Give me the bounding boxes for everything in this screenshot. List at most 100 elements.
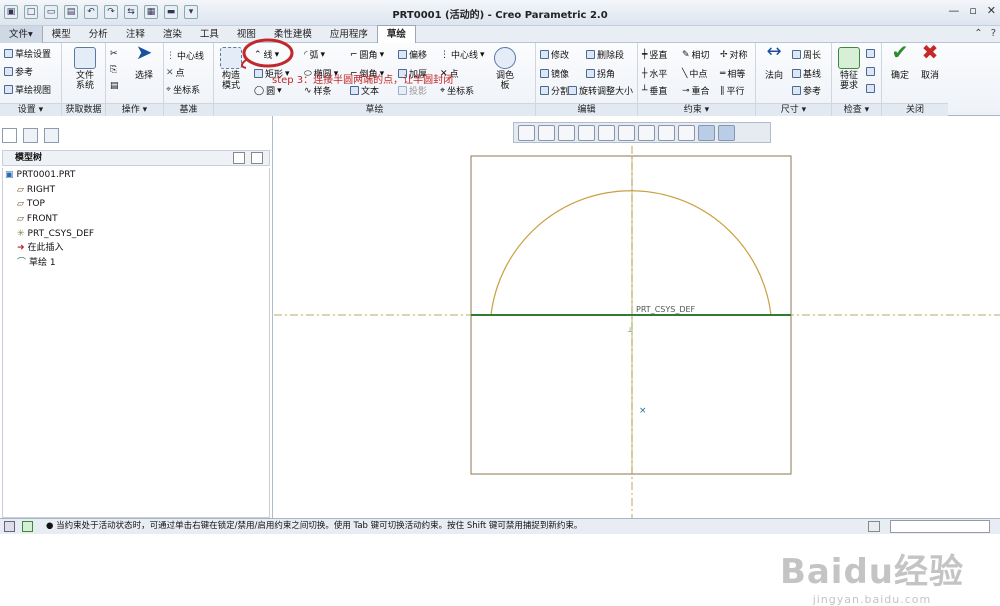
arc-button[interactable]: ◜ 弧 ▾: [304, 48, 326, 62]
sketch-view-button[interactable]: 草绘视图: [4, 83, 51, 96]
vertical-constraint-button[interactable]: ┿ 竖直: [642, 48, 667, 62]
group-label-datum: 基准: [164, 103, 213, 116]
arc-dropdown-icon[interactable]: ▾: [321, 50, 326, 60]
inspect-icon-3[interactable]: [866, 84, 875, 93]
minimize-icon[interactable]: —: [948, 4, 959, 17]
selection-filter[interactable]: [890, 520, 990, 533]
group-edit: 修改 删除段 镜像 拐角 分割 旋转调整大小 编辑: [536, 43, 638, 116]
tree-item[interactable]: ▣ PRT0001.PRT: [3, 168, 269, 183]
menu-file[interactable]: 文件▾: [0, 25, 43, 43]
circle-dropdown-icon[interactable]: ▾: [277, 86, 282, 96]
sketch-view-icon: [4, 85, 13, 94]
fillet-dropdown-icon[interactable]: ▾: [380, 50, 385, 60]
folder-browser-tab-icon[interactable]: [23, 128, 38, 143]
csys-icon: ✳: [17, 228, 25, 239]
group-label-dimension[interactable]: 尺寸 ▾: [756, 103, 831, 116]
datum-point-button[interactable]: ✕ 点: [166, 66, 185, 80]
collapse-ribbon-icon[interactable]: ⌃: [974, 28, 982, 39]
inspect-icon-1[interactable]: [866, 49, 875, 58]
offset-button[interactable]: 偏移: [398, 48, 427, 61]
divide-button[interactable]: 分割: [540, 84, 569, 97]
graphics-area[interactable]: PRT_CSYS_DEF × ⊥ Baidu经验 jingyan.baidu.c…: [274, 116, 1000, 606]
baseline-button[interactable]: 基线: [792, 67, 821, 80]
favorites-tab-icon[interactable]: [44, 128, 59, 143]
tree-item[interactable]: ⌒ 草绘 1: [3, 256, 269, 271]
group-label-operations[interactable]: 操作 ▾: [106, 103, 163, 116]
tree-settings-icon[interactable]: [251, 152, 263, 164]
status-icon-1[interactable]: [4, 521, 15, 532]
paste-icon[interactable]: ▤: [110, 81, 119, 91]
line-dropdown-icon[interactable]: ▾: [275, 50, 280, 60]
tree-item[interactable]: ▱ FRONT: [3, 212, 269, 227]
feature-requirements-icon: [838, 47, 860, 69]
line-button[interactable]: ⌃ 线 ▾: [254, 48, 280, 62]
tree-item-label: PRT_CSYS_DEF: [27, 228, 95, 239]
group-label-constraint[interactable]: 约束 ▾: [638, 103, 755, 116]
menu-item-5[interactable]: 工具: [191, 26, 228, 43]
tree-item[interactable]: ▱ RIGHT: [3, 183, 269, 198]
status-icon-3[interactable]: [868, 521, 880, 532]
cancel-button[interactable]: ✖ 取消: [916, 42, 944, 81]
delete-segment-button[interactable]: 删除段: [586, 48, 624, 61]
normal-dimension-button[interactable]: ↔ 法向: [760, 43, 788, 82]
centerline-dropdown-icon[interactable]: ▾: [480, 50, 485, 60]
perpendicular-constraint-button[interactable]: ┴ 垂直: [642, 84, 667, 98]
tree-item[interactable]: ▱ TOP: [3, 197, 269, 212]
close-icon[interactable]: ✕: [987, 4, 996, 17]
sketch-canvas[interactable]: PRT_CSYS_DEF × ⊥: [274, 116, 1000, 518]
tree-item-label: TOP: [26, 199, 45, 210]
coincident-constraint-button[interactable]: ⊸ 重合: [682, 84, 710, 98]
sketch-centerline-button[interactable]: ⋮ 中心线 ▾: [440, 48, 485, 62]
status-icon-2[interactable]: [22, 521, 33, 532]
tree-item[interactable]: ✳ PRT_CSYS_DEF: [3, 226, 269, 241]
cut-icon[interactable]: ✂: [110, 49, 118, 59]
copy-icon[interactable]: ⎘: [110, 65, 117, 75]
model-tree-tab-icon[interactable]: [2, 128, 17, 143]
palette-button[interactable]: 调色 板: [490, 47, 520, 91]
parallel-constraint-button[interactable]: ∥ 平行: [720, 84, 745, 98]
modify-button[interactable]: 修改: [540, 48, 569, 61]
mirror-button[interactable]: 镜像: [540, 67, 569, 80]
menu-item-4[interactable]: 渲染: [154, 26, 191, 43]
horizontal-constraint-button[interactable]: ┼ 水平: [642, 67, 667, 81]
menu-item-2[interactable]: 分析: [80, 26, 117, 43]
ok-button[interactable]: ✔ 确定: [886, 42, 914, 81]
feature-requirements-button[interactable]: 特征 要求: [834, 47, 864, 91]
construction-mode-button[interactable]: 构造 模式: [216, 47, 246, 91]
menu-item-7[interactable]: 柔性建模: [265, 26, 321, 43]
tangent-constraint-button[interactable]: ✎ 相切: [682, 48, 710, 62]
tree-filter-icon[interactable]: [233, 152, 245, 164]
baseline-icon: [792, 69, 801, 78]
maximize-icon[interactable]: ▫: [969, 4, 976, 17]
menu-item-6[interactable]: 视图: [228, 26, 265, 43]
tree-item[interactable]: ➜ 在此插入: [3, 241, 269, 256]
midpoint-icon: ╲: [682, 68, 688, 79]
sketch-setup-button[interactable]: 草绘设置: [4, 47, 51, 60]
baidu-watermark: Baidu经验 jingyan.baidu.com: [780, 544, 964, 606]
menu-item-1[interactable]: 模型: [43, 26, 80, 43]
perimeter-button[interactable]: 周长: [792, 48, 821, 61]
datum-centerline-button[interactable]: ⋮ 中心线: [166, 49, 204, 63]
file-system-button[interactable]: 文件 系统: [70, 47, 100, 91]
menu-item-8[interactable]: 应用程序: [321, 26, 377, 43]
delete-segment-icon: [586, 50, 595, 59]
menu-item-9[interactable]: 草绘: [376, 25, 416, 43]
fillet-icon: ⌐: [350, 49, 358, 60]
group-label-setup[interactable]: 设置 ▾: [0, 103, 61, 116]
midpoint-constraint-button[interactable]: ╲ 中点: [682, 67, 707, 81]
equal-constraint-button[interactable]: ═ 相等: [720, 67, 745, 81]
window-controls: — ▫ ✕: [948, 4, 996, 17]
corner-button[interactable]: 拐角: [586, 67, 615, 80]
sketch-point-marker: ×: [639, 406, 647, 416]
references-button[interactable]: 参考: [4, 65, 33, 78]
inspect-icon-2[interactable]: [866, 67, 875, 76]
datum-csys-button[interactable]: ⌖ 坐标系: [166, 83, 200, 97]
fillet-button[interactable]: ⌐ 圆角 ▾: [350, 48, 385, 62]
rotate-resize-button[interactable]: 旋转调整大小: [568, 84, 633, 97]
group-label-inspect[interactable]: 检查 ▾: [832, 103, 881, 116]
symmetric-constraint-button[interactable]: ✢ 对称: [720, 48, 748, 62]
reference-dimension-button[interactable]: 参考: [792, 84, 821, 97]
help-icon[interactable]: ?: [991, 28, 996, 39]
select-button[interactable]: ➤ 选择: [128, 42, 160, 81]
construction-mode-icon: [220, 47, 242, 69]
